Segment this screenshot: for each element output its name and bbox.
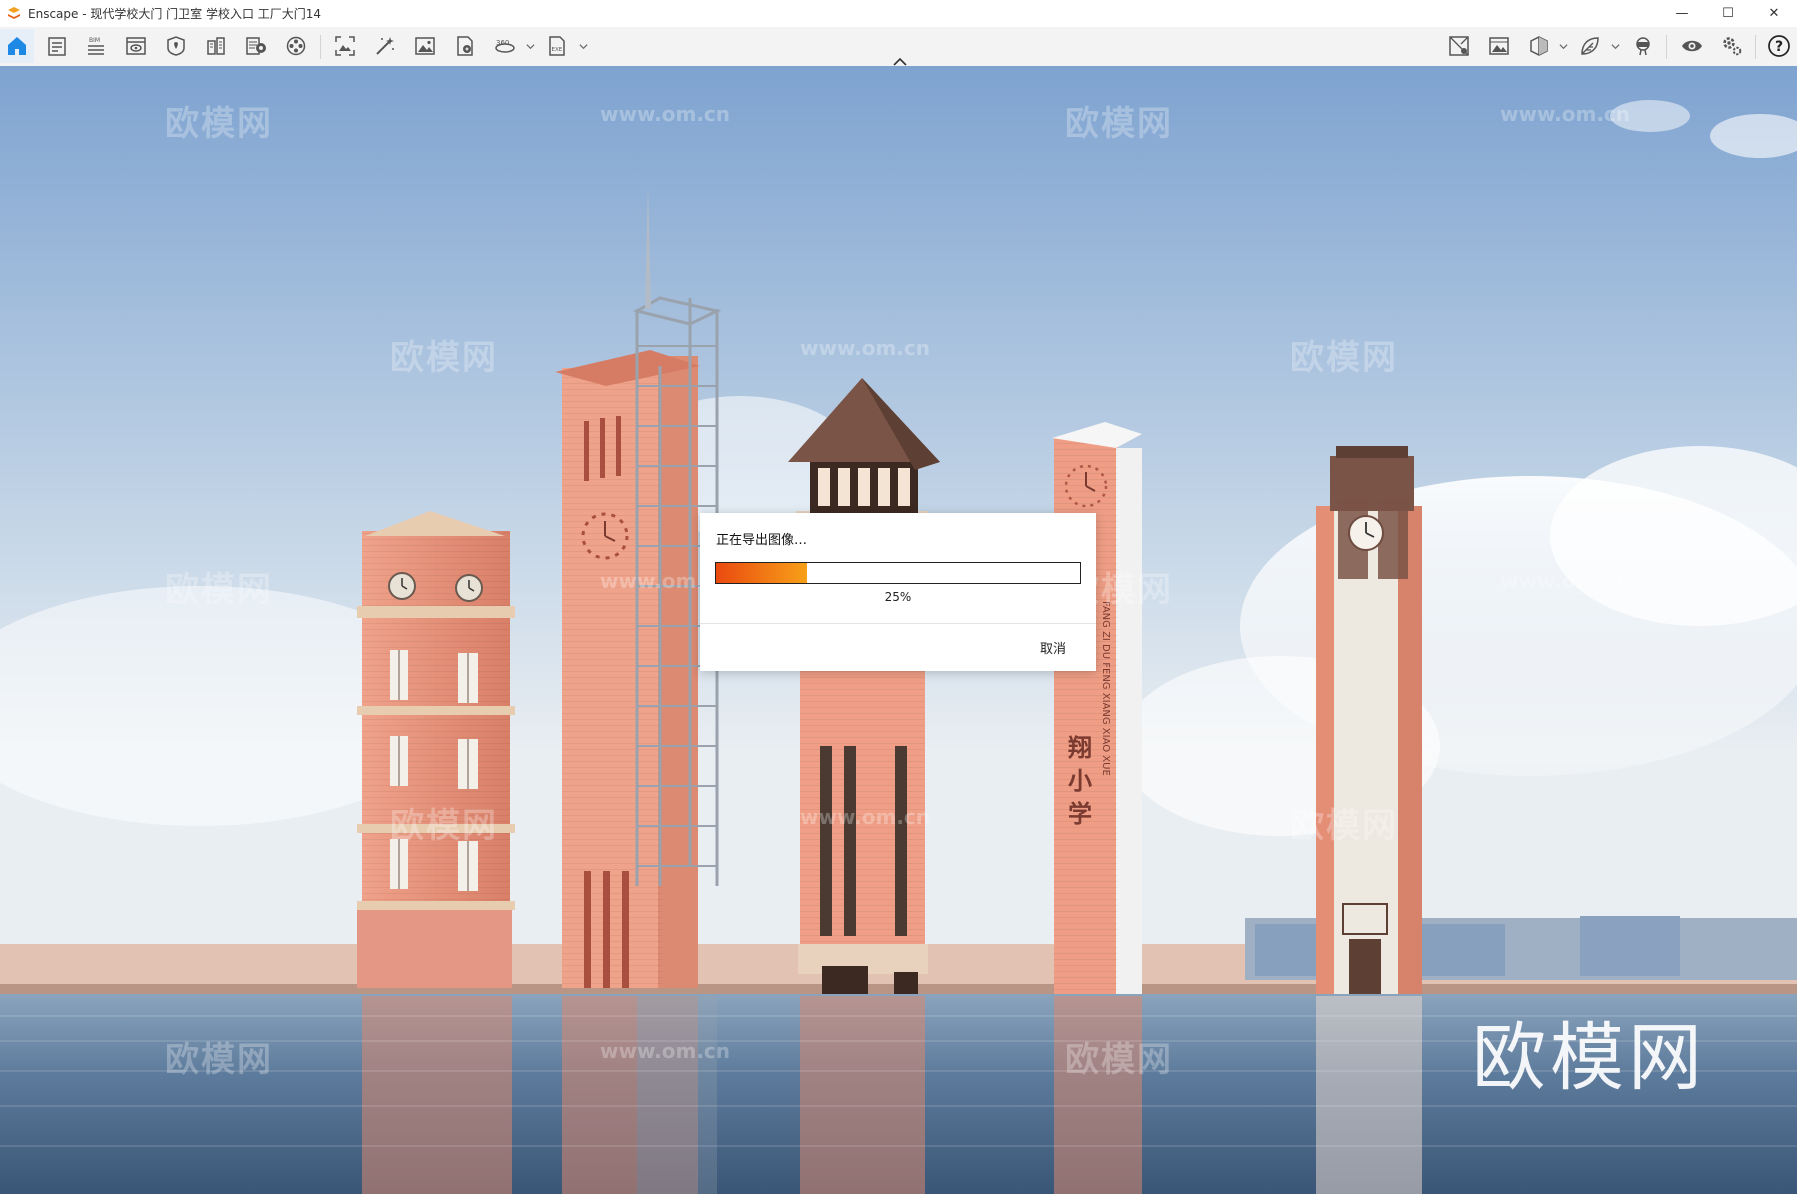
site-context-button[interactable] bbox=[159, 29, 193, 63]
cube-view-dropdown[interactable] bbox=[1557, 39, 1569, 53]
exe-export-button[interactable]: EXE bbox=[540, 29, 574, 63]
tower-right bbox=[1316, 446, 1422, 999]
screenshot-icon bbox=[335, 36, 355, 56]
leaf-icon bbox=[1581, 37, 1599, 55]
batch-render-icon bbox=[376, 37, 394, 55]
visual-settings-button[interactable] bbox=[1482, 29, 1516, 63]
settings-icon bbox=[1723, 37, 1742, 56]
exe-export-icon: EXE bbox=[549, 36, 565, 56]
tower-left bbox=[357, 511, 515, 988]
panorama-dropdown[interactable] bbox=[524, 39, 536, 53]
svg-text:BIM: BIM bbox=[89, 37, 100, 44]
site-context-icon bbox=[167, 36, 185, 56]
tower-sign-pinyin: FANG ZI DU FENG XIANG XIAO XUE bbox=[1100, 601, 1111, 776]
tower-sign: FANG ZI DU FENG XIANG XIAO XUE 翔 小 学 bbox=[1052, 422, 1142, 998]
tower-sign-char-1: 翔 bbox=[1068, 734, 1092, 762]
pdf-export-button[interactable] bbox=[448, 29, 482, 63]
tower-sign-char-2: 小 bbox=[1068, 767, 1092, 795]
screenshot-button[interactable] bbox=[328, 29, 362, 63]
bim-notes-button[interactable] bbox=[40, 29, 74, 63]
home-icon bbox=[8, 37, 26, 55]
leaf-dropdown[interactable] bbox=[1609, 39, 1621, 53]
vr-headset-icon bbox=[1636, 37, 1650, 56]
cancel-button[interactable]: 取消 bbox=[1034, 635, 1072, 659]
tower-center-pavilion bbox=[788, 378, 940, 1052]
chevron-down-icon bbox=[1610, 43, 1620, 49]
progress-bar bbox=[715, 562, 1081, 584]
close-button[interactable]: ✕ bbox=[1751, 0, 1797, 27]
export-progress-dialog: 正在导出图像… 25% 取消 bbox=[700, 513, 1096, 671]
chevron-down-icon bbox=[578, 43, 588, 49]
visual-settings-icon bbox=[1489, 37, 1509, 55]
maximize-button[interactable]: ☐ bbox=[1705, 0, 1751, 27]
view-management-button[interactable] bbox=[119, 29, 153, 63]
brand-watermark: 欧模网 bbox=[1472, 1015, 1706, 1101]
panorama-360-icon: 360 bbox=[495, 39, 515, 53]
chevron-down-icon bbox=[1558, 43, 1568, 49]
batch-render-button[interactable] bbox=[368, 29, 402, 63]
progress-fill bbox=[716, 563, 807, 583]
map-button[interactable] bbox=[1442, 29, 1476, 63]
leaf-button[interactable] bbox=[1573, 29, 1607, 63]
image-export-button[interactable] bbox=[408, 29, 442, 63]
video-editor-icon bbox=[286, 36, 306, 56]
pdf-export-icon bbox=[457, 36, 473, 56]
cube-view-icon bbox=[1530, 36, 1548, 56]
material-editor-icon bbox=[246, 37, 266, 55]
video-editor-button[interactable] bbox=[279, 29, 313, 63]
enscape-logo-icon bbox=[8, 6, 20, 19]
chevron-down-icon bbox=[525, 43, 535, 49]
progress-percentage: 25% bbox=[884, 590, 912, 604]
map-icon bbox=[1449, 36, 1469, 56]
bim-info-icon: BIM bbox=[88, 37, 104, 55]
eye-icon bbox=[1682, 40, 1702, 52]
image-export-icon bbox=[415, 37, 435, 55]
chevron-up-icon bbox=[893, 58, 907, 66]
dialog-title: 正在导出图像… bbox=[716, 533, 808, 548]
view-management-icon bbox=[126, 37, 146, 55]
settings-button[interactable] bbox=[1715, 29, 1749, 63]
bim-info-button[interactable]: BIM bbox=[79, 29, 113, 63]
cube-view-button[interactable] bbox=[1522, 29, 1556, 63]
vr-headset-button[interactable] bbox=[1626, 29, 1660, 63]
asset-library-button[interactable] bbox=[199, 29, 233, 63]
help-icon: ? bbox=[1768, 35, 1790, 57]
material-editor-button[interactable] bbox=[239, 29, 273, 63]
tower-sign-char-3: 学 bbox=[1068, 800, 1092, 828]
dialog-divider bbox=[700, 623, 1096, 624]
window-title: Enscape - 现代学校大门 门卫室 学校入口 工厂大门14 bbox=[28, 7, 322, 21]
minimize-button[interactable]: — bbox=[1659, 0, 1705, 27]
bim-notes-icon bbox=[48, 37, 66, 56]
eye-button[interactable] bbox=[1675, 29, 1709, 63]
help-button[interactable]: ? bbox=[1762, 29, 1796, 63]
home-button[interactable] bbox=[0, 29, 34, 63]
title-bar: Enscape - 现代学校大门 门卫室 学校入口 工厂大门14 — ☐ ✕ bbox=[0, 0, 1797, 27]
toolbar-collapse-button[interactable] bbox=[890, 56, 910, 68]
svg-text:EXE: EXE bbox=[552, 47, 563, 53]
panorama-360-button[interactable]: 360 bbox=[488, 29, 522, 63]
asset-library-icon bbox=[207, 37, 225, 55]
help-glyph: ? bbox=[1775, 39, 1783, 55]
exe-dropdown[interactable] bbox=[577, 39, 589, 53]
